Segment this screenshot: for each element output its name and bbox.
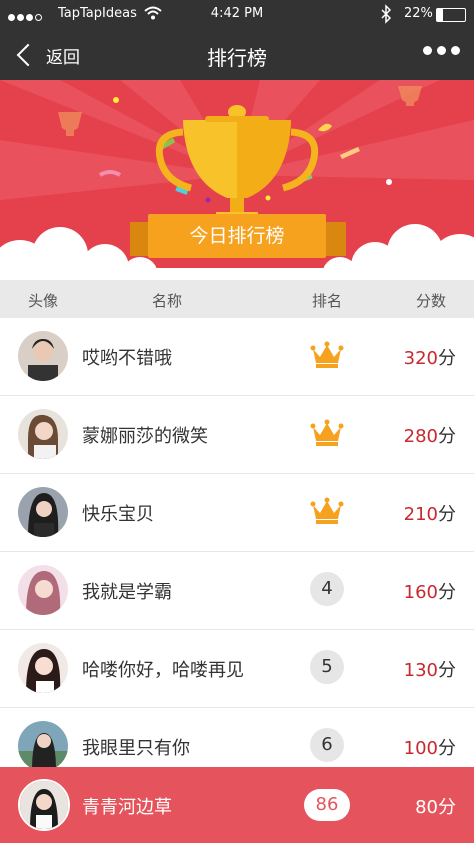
user-score: 210分: [403, 504, 456, 525]
user-score: 160分: [403, 582, 456, 603]
nav-bar: 返回 排行榜: [0, 30, 474, 80]
user-score: 130分: [403, 660, 456, 681]
my-name: 青青河边草: [82, 797, 172, 818]
page-title: 排行榜: [207, 46, 267, 70]
ranking-list: 哎哟不错哦 320分 蒙娜丽莎的微笑 280分 快乐宝贝 210分 我就是学霸 …: [0, 318, 474, 786]
rank-badge: 6: [310, 728, 344, 762]
avatar: [18, 331, 68, 381]
list-item[interactable]: 快乐宝贝 210分: [0, 474, 474, 552]
status-bar: TapTapIdeas 4:42 PM 22%: [0, 0, 474, 30]
my-score: 80分: [415, 797, 456, 818]
header-rank: 排名: [312, 292, 343, 310]
battery-percent: 22%: [404, 6, 433, 21]
user-name: 快乐宝贝: [82, 504, 154, 525]
my-rank-badge: 86: [304, 789, 350, 823]
user-score: 280分: [403, 426, 456, 447]
user-name: 我眼里只有你: [82, 738, 190, 759]
crown-icon: [310, 494, 344, 528]
user-name: 蒙娜丽莎的微笑: [82, 426, 208, 447]
more-menu-button[interactable]: [423, 46, 460, 55]
avatar: [18, 721, 68, 771]
my-rank-bar[interactable]: 青青河边草 86 80分: [0, 767, 474, 843]
user-name: 哎哟不错哦: [82, 348, 172, 369]
list-item[interactable]: 哈喽你好，哈喽再见 5 130分: [0, 630, 474, 708]
table-header: 头像 名称 排名 分数: [0, 280, 474, 318]
small-trophy-left-icon: [58, 112, 82, 136]
list-item[interactable]: 我就是学霸 4 160分: [0, 552, 474, 630]
header-name: 名称: [152, 292, 183, 310]
list-item[interactable]: 哎哟不错哦 320分: [0, 318, 474, 396]
rank-badge: 4: [310, 572, 344, 606]
user-score: 100分: [403, 738, 456, 759]
list-item[interactable]: 蒙娜丽莎的微笑 280分: [0, 396, 474, 474]
bluetooth-icon: [380, 4, 392, 28]
leaderboard-screen: TapTapIdeas 4:42 PM 22% 返回 排行榜 今日排行榜 头像 …: [0, 0, 474, 843]
avatar: [18, 643, 68, 693]
status-time: 4:42 PM: [210, 6, 264, 21]
user-name: 哈喽你好，哈喽再见: [82, 660, 244, 681]
small-trophy-right-icon: [398, 86, 422, 106]
ribbon-title: 今日排行榜: [148, 214, 326, 258]
avatar: [18, 565, 68, 615]
header-avatar: 头像: [28, 292, 59, 310]
more-dots-icon: [423, 46, 432, 55]
avatar: [18, 409, 68, 459]
battery-icon: [436, 8, 466, 22]
crown-icon: [310, 338, 344, 372]
user-name: 我就是学霸: [82, 582, 172, 603]
header-score: 分数: [416, 292, 447, 310]
my-avatar: [18, 779, 70, 831]
crown-icon: [310, 416, 344, 450]
avatar: [18, 487, 68, 537]
rank-badge: 5: [310, 650, 344, 684]
user-score: 320分: [403, 348, 456, 369]
